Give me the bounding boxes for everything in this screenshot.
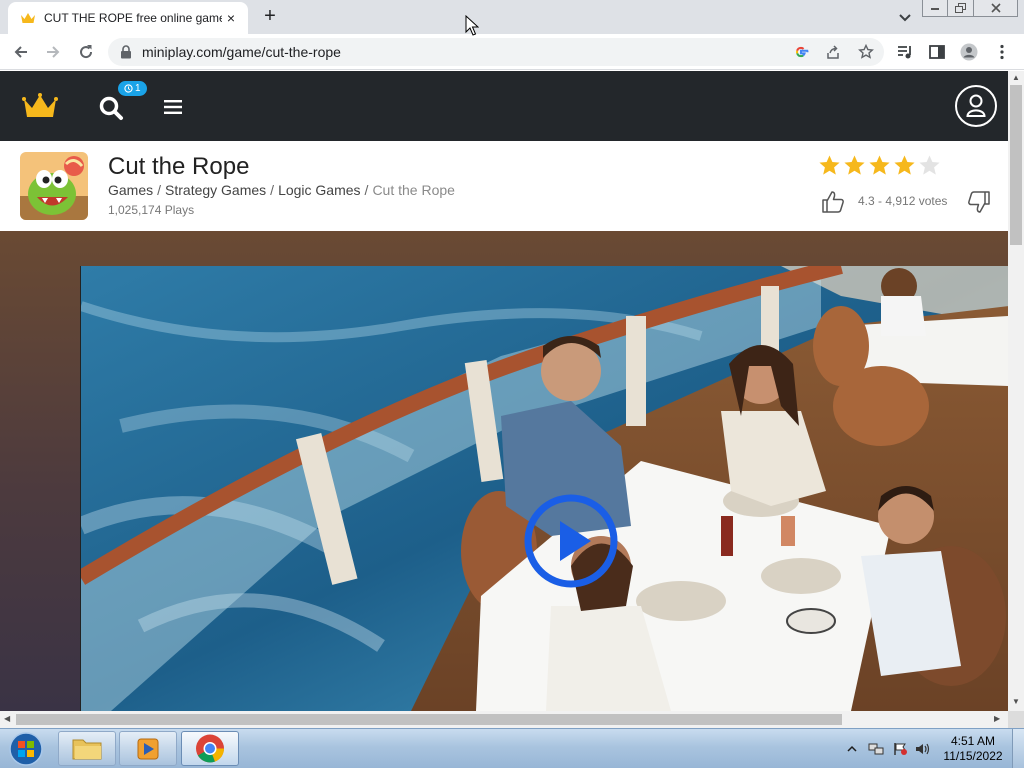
breadcrumb-strategy-games[interactable]: Strategy Games (165, 182, 266, 198)
folder-icon (72, 739, 102, 760)
rating-star-icon[interactable] (918, 154, 941, 177)
video-ad-player[interactable] (80, 266, 1008, 711)
breadcrumb: Games / Strategy Games / Logic Games / Cut the… (108, 182, 455, 198)
rating-star-icon[interactable] (868, 154, 891, 177)
game-thumbnail[interactable] (20, 152, 88, 220)
restore-button[interactable] (948, 0, 974, 17)
breadcrumb-logic-games[interactable]: Logic Games (278, 182, 360, 198)
browser-tab[interactable]: CUT THE ROPE free online game × (8, 2, 248, 34)
vertical-scroll-thumb[interactable] (1010, 85, 1022, 245)
scroll-up-arrow-icon[interactable]: ▲ (1012, 73, 1020, 82)
rating-stars[interactable] (818, 154, 941, 177)
taskbar-file-explorer[interactable] (58, 731, 116, 766)
side-panel-icon[interactable] (928, 43, 946, 61)
breadcrumb-current: Cut the Rope (372, 182, 455, 198)
tab-close-icon[interactable]: × (222, 10, 240, 26)
forward-arrow-icon[interactable] (44, 43, 62, 61)
google-icon[interactable] (793, 44, 809, 60)
clock-date: 11/15/2022 (943, 749, 1003, 763)
new-tab-button[interactable]: + (260, 6, 280, 26)
rating-star-icon[interactable] (818, 154, 841, 177)
windows-start-button-icon[interactable] (6, 731, 46, 767)
thumbs-up-icon[interactable] (820, 189, 846, 215)
breadcrumb-separator: / (157, 182, 162, 198)
more-menu-icon[interactable] (993, 43, 1011, 61)
close-icon (990, 3, 1001, 13)
game-info-bar: Cut the Rope Games / Strategy Games / Logic … (0, 141, 1008, 231)
show-desktop-button[interactable] (1012, 729, 1024, 768)
rating-summary: 4.3 - 4,912 votes (858, 194, 948, 208)
web-page: 1 Cut the Rope Games / Strategy Games / … (0, 71, 1008, 711)
address-bar[interactable]: miniplay.com/game/cut-the-rope (108, 38, 884, 66)
volume-icon[interactable] (914, 742, 930, 756)
crown-favicon-icon (21, 13, 35, 23)
site-header: 1 (0, 71, 1008, 141)
url-text[interactable]: miniplay.com/game/cut-the-rope (142, 44, 341, 60)
close-window-button[interactable] (974, 0, 1018, 17)
media-player-icon (137, 738, 159, 760)
vote-row: 4.3 - 4,912 votes (820, 189, 992, 215)
breadcrumb-separator: / (364, 182, 369, 198)
minimize-icon (931, 8, 939, 10)
back-arrow-icon[interactable] (12, 43, 30, 61)
show-hidden-icons-icon[interactable] (844, 742, 860, 756)
notification-count: 1 (135, 83, 141, 94)
scrollbar-corner (1008, 711, 1024, 728)
screen: CUT THE ROPE free online game × + minipl… (0, 0, 1024, 768)
game-stage (0, 231, 1008, 711)
scroll-right-arrow-icon[interactable]: ▶ (994, 714, 1000, 723)
clock-time: 4:51 AM (950, 734, 996, 748)
vertical-scrollbar[interactable]: ▲ ▼ (1008, 71, 1024, 711)
restore-icon (954, 3, 966, 13)
browser-toolbar: miniplay.com/game/cut-the-rope (0, 34, 1024, 70)
scroll-down-arrow-icon[interactable]: ▼ (1012, 697, 1020, 706)
site-search-icon[interactable] (98, 95, 124, 121)
hamburger-menu-icon[interactable] (164, 99, 182, 115)
rating-star-icon[interactable] (843, 154, 866, 177)
chrome-icon (196, 734, 225, 763)
windows-taskbar: 4:51 AM 11/15/2022 (0, 728, 1024, 768)
breadcrumb-separator: / (270, 182, 275, 198)
lock-icon[interactable] (120, 45, 132, 59)
scroll-left-arrow-icon[interactable]: ◀ (4, 714, 10, 723)
share-icon[interactable] (825, 44, 841, 60)
action-center-flag-icon[interactable] (892, 742, 908, 756)
bookmark-star-icon[interactable] (858, 44, 874, 60)
tab-search-chevron-icon[interactable] (896, 8, 914, 26)
taskbar-media-player[interactable] (119, 731, 177, 766)
breadcrumb-games[interactable]: Games (108, 182, 153, 198)
user-account-button[interactable] (955, 85, 997, 127)
tab-title: CUT THE ROPE free online game (44, 11, 222, 25)
profile-avatar-icon[interactable] (960, 43, 978, 61)
game-title: Cut the Rope (108, 153, 250, 180)
tab-strip: CUT THE ROPE free online game × + (0, 0, 1024, 34)
horizontal-scroll-thumb[interactable] (16, 714, 842, 725)
minimize-button[interactable] (922, 0, 948, 17)
rating-star-icon[interactable] (893, 154, 916, 177)
notification-badge[interactable]: 1 (118, 81, 147, 96)
play-button-icon[interactable] (523, 493, 619, 589)
network-icon[interactable] (868, 742, 884, 756)
taskbar-clock[interactable]: 4:51 AM 11/15/2022 (940, 734, 1006, 764)
taskbar-chrome[interactable] (181, 731, 239, 766)
miniplay-crown-logo[interactable] (22, 93, 58, 119)
om-nom-thumbnail-image (20, 152, 88, 220)
cruise-dining-scene-image (81, 266, 1008, 711)
horizontal-scrollbar[interactable]: ◀ ▶ (0, 711, 1008, 728)
thumbs-down-icon[interactable] (966, 189, 992, 215)
mouse-cursor-icon (465, 15, 479, 36)
clock-icon (124, 84, 133, 93)
user-icon (966, 94, 986, 117)
media-queue-icon[interactable] (896, 43, 914, 61)
play-count: 1,025,174 Plays (108, 203, 195, 217)
reload-icon[interactable] (77, 43, 95, 61)
